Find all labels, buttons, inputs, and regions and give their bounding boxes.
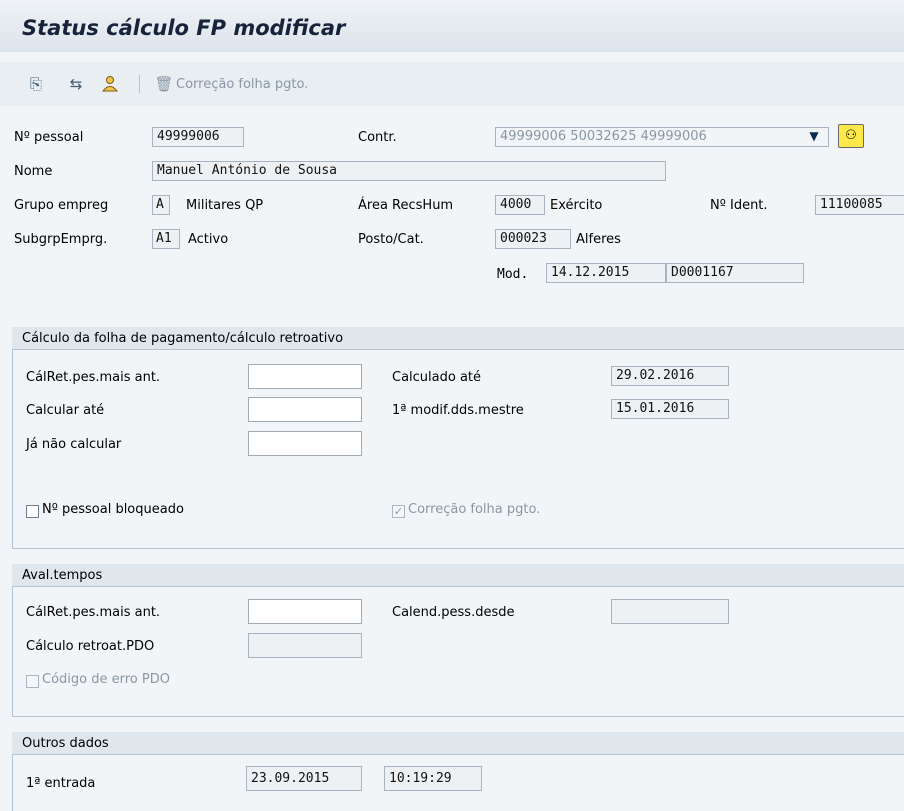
- grupo-code-field[interactable]: A: [152, 195, 170, 215]
- entrada-label: 1ª entrada: [26, 776, 96, 791]
- erro-label: Código de erro PDO: [42, 672, 170, 687]
- person-icon[interactable]: [100, 74, 120, 94]
- jano-input[interactable]: [248, 431, 362, 456]
- calend-label: Calend.pess.desde: [392, 605, 515, 620]
- pdo-label: Cálculo retroat.PDO: [26, 639, 155, 654]
- aval-calret-input[interactable]: [248, 599, 362, 624]
- subgrp-text: Activo: [188, 232, 229, 247]
- primeira-label: 1ª modif.dds.mestre: [392, 403, 524, 418]
- pessoal-field[interactable]: 49999006: [152, 127, 244, 147]
- area-label: Área RecsHum: [358, 198, 454, 213]
- ident-label: Nº Ident.: [710, 198, 768, 213]
- area-text: Exército: [550, 198, 603, 213]
- entrada-time-field[interactable]: 10:19:29: [384, 766, 482, 791]
- primeira-field[interactable]: 15.01.2016: [611, 399, 729, 419]
- entrada-date-field[interactable]: 23.09.2015: [246, 766, 362, 791]
- payroll-group-title: Cálculo da folha de pagamento/cálculo re…: [22, 331, 344, 346]
- aval-group-header: [12, 564, 904, 587]
- mod-date-field[interactable]: 14.12.2015: [546, 263, 666, 283]
- mod-user-field[interactable]: D0001167: [666, 263, 804, 283]
- posto-code-field[interactable]: 000023: [495, 229, 571, 249]
- grupo-text: Militares QP: [186, 198, 264, 213]
- toolbar-separator: [139, 75, 140, 93]
- bloqueado-checkbox[interactable]: [26, 505, 39, 518]
- trash-icon: 🗑: [154, 75, 174, 93]
- nome-label: Nome: [14, 164, 53, 179]
- contr-dropdown[interactable]: 49999006 50032625 49999006: [495, 127, 829, 147]
- nome-field[interactable]: Manuel António de Sousa: [152, 161, 666, 181]
- bloqueado-label: Nº pessoal bloqueado: [42, 502, 184, 517]
- calcular-input[interactable]: [248, 397, 362, 422]
- calculado-field[interactable]: 29.02.2016: [611, 366, 729, 386]
- chevron-down-icon[interactable]: ▼: [804, 126, 824, 146]
- correcao-checkbox: ✓: [392, 505, 405, 518]
- grupo-label: Grupo empreg: [14, 198, 109, 213]
- correcao-label: Correção folha pgto.: [408, 502, 541, 517]
- posto-text: Alferes: [576, 232, 621, 247]
- calend-field[interactable]: [611, 599, 729, 624]
- pdo-field[interactable]: [248, 633, 362, 658]
- jano-label: Já não calcular: [26, 437, 122, 452]
- other-record-icon[interactable]: ⇆: [66, 74, 86, 94]
- erro-checkbox: [26, 675, 39, 688]
- subgrp-code-field[interactable]: A1: [152, 229, 180, 249]
- posto-label: Posto/Cat.: [358, 232, 424, 247]
- outros-group-title: Outros dados: [22, 736, 109, 751]
- calculado-label: Calculado até: [392, 370, 482, 385]
- contr-label: Contr.: [358, 130, 397, 145]
- display-change-icon[interactable]: ⎘: [26, 74, 46, 94]
- calret-label: CálRet.pes.mais ant.: [26, 370, 161, 385]
- correcao-toolbar-button[interactable]: Correção folha pgto.: [176, 77, 308, 92]
- calret-input[interactable]: [248, 364, 362, 389]
- outros-group-header: [12, 732, 904, 755]
- aval-group-title: Aval.tempos: [22, 568, 103, 583]
- area-code-field[interactable]: 4000: [495, 195, 545, 215]
- aval-calret-label: CálRet.pes.mais ant.: [26, 605, 161, 620]
- page-title: Status cálculo FP modificar: [22, 16, 346, 40]
- ident-field[interactable]: 11100085: [815, 195, 904, 215]
- mod-label: Mod.: [497, 267, 529, 282]
- org-structure-button[interactable]: ⚇: [838, 124, 864, 148]
- pessoal-label: Nº pessoal: [14, 130, 84, 145]
- subgrp-label: SubgrpEmprg.: [14, 232, 108, 247]
- calcular-label: Calcular até: [26, 403, 105, 418]
- application-toolbar: [0, 62, 904, 106]
